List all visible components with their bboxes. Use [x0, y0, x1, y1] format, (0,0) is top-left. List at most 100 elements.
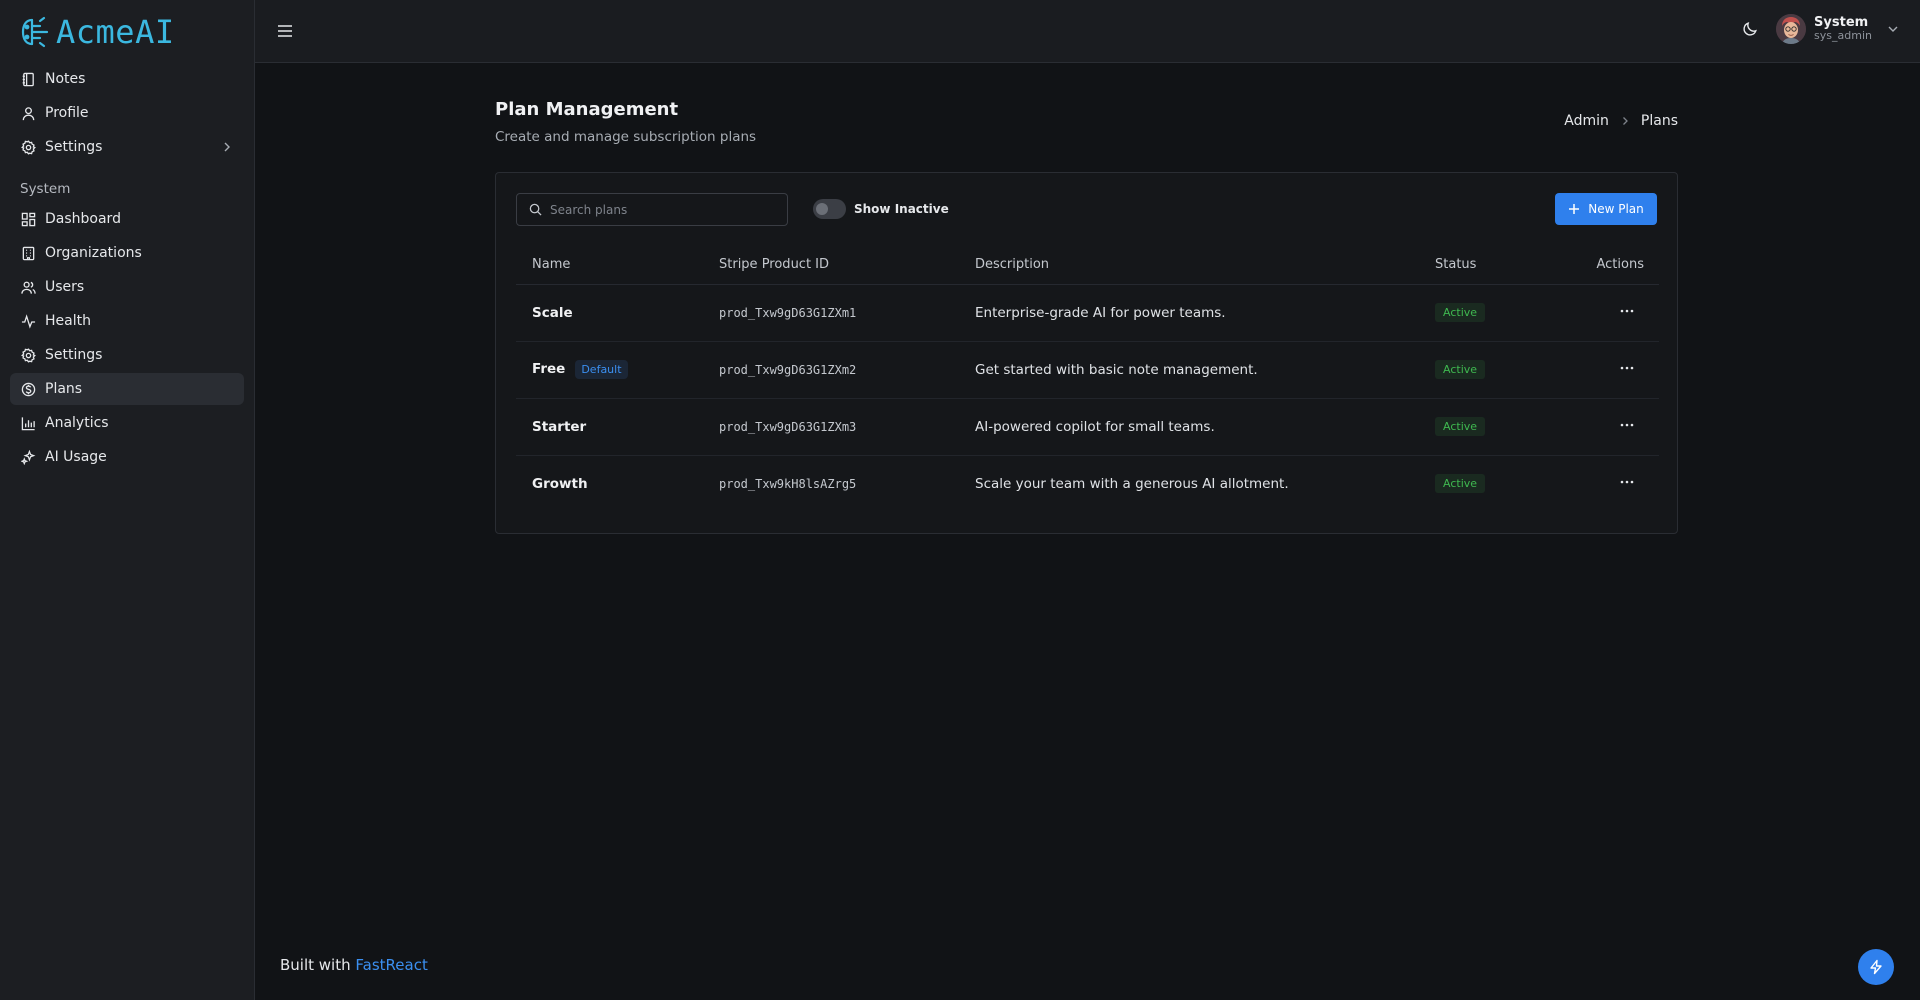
plans-card: Show Inactive New Plan Name Stripe Produ… — [495, 172, 1678, 534]
plan-name-cell: Scale — [516, 284, 703, 342]
page-title: Plan Management — [495, 99, 679, 120]
plan-name-cell: Growth — [516, 455, 703, 512]
actions-cell — [1539, 341, 1659, 399]
theme-toggle-button[interactable] — [1738, 17, 1762, 41]
sidebar-item-users[interactable]: Users — [10, 271, 244, 303]
plan-description: Scale your team with a generous AI allot… — [975, 475, 1289, 492]
search-input[interactable] — [550, 202, 770, 217]
sidebar-item-plans[interactable]: Plans — [10, 373, 244, 405]
sparkles-icon — [20, 449, 36, 465]
search-icon — [529, 203, 542, 216]
sidebar-item-label: Plans — [45, 381, 83, 397]
plan-name: Growth — [532, 475, 588, 492]
sidebar-item-organizations[interactable]: Organizations — [10, 237, 244, 269]
search-box — [516, 193, 788, 226]
new-plan-label: New Plan — [1588, 202, 1644, 216]
dollar-circle-icon — [20, 381, 36, 397]
sidebar-item-health[interactable]: Health — [10, 305, 244, 337]
plan-name-cell: Free Default — [516, 341, 703, 399]
sidebar-item-label: Analytics — [45, 415, 109, 431]
table-row[interactable]: Growth prod_Txw9kH8lsAZrg5 Scale your te… — [516, 455, 1659, 512]
status-badge: Active — [1435, 360, 1486, 379]
plan-name: Scale — [532, 304, 573, 321]
user-name: System — [1814, 15, 1869, 30]
main-nav: Notes Profile Settings — [0, 63, 254, 163]
status-badge: Active — [1435, 303, 1486, 322]
hamburger-icon — [278, 25, 292, 37]
default-badge: Default — [575, 360, 628, 379]
toggle-knob — [816, 203, 828, 215]
more-horizontal-icon[interactable] — [1619, 417, 1635, 433]
activity-icon — [20, 313, 36, 329]
logo-icon — [21, 16, 49, 47]
plans-table: Name Stripe Product ID Description Statu… — [516, 245, 1659, 512]
sidebar-item-dashboard[interactable]: Dashboard — [10, 203, 244, 235]
status-cell: Active — [1419, 398, 1539, 456]
sidebar-item-label: Notes — [45, 71, 86, 87]
user-menu[interactable]: System sys_admin — [1776, 14, 1900, 44]
user-info: System sys_admin — [1814, 16, 1872, 42]
more-horizontal-icon[interactable] — [1619, 360, 1635, 376]
lightning-icon — [1870, 959, 1882, 975]
chevron-right-icon — [224, 142, 230, 152]
nav-section-title: System — [20, 181, 71, 197]
column-header-actions: Actions — [1539, 245, 1659, 285]
breadcrumb-plans: Plans — [1640, 113, 1678, 129]
topbar-actions: System sys_admin — [1738, 14, 1900, 44]
plan-description: AI-powered copilot for small teams. — [959, 398, 1419, 456]
product-id: prod_Txw9gD63G1ZXm1 — [703, 284, 959, 342]
table-header-row: Name Stripe Product ID Description Statu… — [516, 245, 1659, 285]
user-handle: sys_admin — [1814, 29, 1872, 42]
sidebar-item-ai-usage[interactable]: AI Usage — [10, 441, 244, 473]
plan-description: Enterprise-grade AI for power teams. — [959, 284, 1419, 342]
sidebar-item-analytics[interactable]: Analytics — [10, 407, 244, 439]
breadcrumb: Admin Plans — [1564, 113, 1678, 129]
product-id: prod_Txw9gD63G1ZXm3 — [703, 398, 959, 456]
menu-toggle-button[interactable] — [271, 17, 299, 45]
column-header-description[interactable]: Description — [959, 245, 1419, 285]
table-row[interactable]: Free Default prod_Txw9gD63G1ZXm2 Get star… — [516, 341, 1659, 399]
new-plan-button[interactable]: New Plan — [1555, 193, 1657, 225]
table-row[interactable]: Starter prod_Txw9gD63G1ZXm3 AI-powered c… — [516, 398, 1659, 456]
status-cell: Active — [1419, 455, 1539, 512]
table-row[interactable]: Scale prod_Txw9gD63G1ZXm1 Enterprise-gra… — [516, 284, 1659, 342]
sidebar-item-label: Organizations — [45, 245, 142, 261]
topbar: System sys_admin — [255, 0, 1920, 63]
sidebar-item-label: Settings — [45, 139, 103, 155]
plan-name-cell: Starter — [516, 398, 703, 456]
column-header-product-id[interactable]: Stripe Product ID — [703, 245, 959, 285]
main-area: System sys_admin Plan Management Create … — [255, 0, 1920, 1000]
users-icon — [20, 279, 36, 295]
show-inactive-control: Show Inactive — [813, 199, 949, 219]
sidebar-item-label: Profile — [45, 105, 89, 121]
sidebar-item-settings[interactable]: Settings — [10, 131, 244, 163]
sidebar: AcmeAI Notes Profile Settings System Das… — [0, 0, 428, 1000]
product-id: prod_Txw9gD63G1ZXm2 — [703, 341, 959, 399]
breadcrumb-admin[interactable]: Admin — [1564, 113, 1609, 129]
sidebar-item-label: AI Usage — [45, 449, 107, 465]
sidebar-item-system-settings[interactable]: Settings — [10, 339, 244, 371]
plan-name: Starter — [532, 418, 587, 435]
page-subtitle: Create and manage subscription plans — [495, 129, 757, 145]
more-horizontal-icon[interactable] — [1619, 303, 1635, 319]
show-inactive-toggle[interactable] — [813, 199, 846, 219]
sidebar-item-profile[interactable]: Profile — [10, 97, 244, 129]
actions-cell — [1539, 284, 1659, 342]
gear-icon — [20, 139, 36, 155]
user-icon — [20, 105, 36, 121]
sidebar-item-notes[interactable]: Notes — [10, 63, 244, 95]
building-icon — [20, 245, 36, 261]
column-header-name[interactable]: Name — [516, 245, 703, 285]
column-header-status[interactable]: Status — [1419, 245, 1539, 285]
status-cell: Active — [1419, 341, 1539, 399]
moon-icon — [1743, 22, 1757, 36]
avatar — [1776, 14, 1807, 44]
sidebar-item-label: Dashboard — [45, 211, 121, 227]
more-horizontal-icon[interactable] — [1619, 474, 1635, 490]
quick-action-button[interactable] — [1858, 949, 1894, 985]
notebook-icon — [20, 71, 36, 87]
app-logo[interactable]: AcmeAI — [0, 0, 254, 63]
bar-chart-icon — [20, 415, 36, 431]
status-badge: Active — [1435, 417, 1486, 436]
plan-description: Get started with basic note management. — [959, 341, 1419, 399]
